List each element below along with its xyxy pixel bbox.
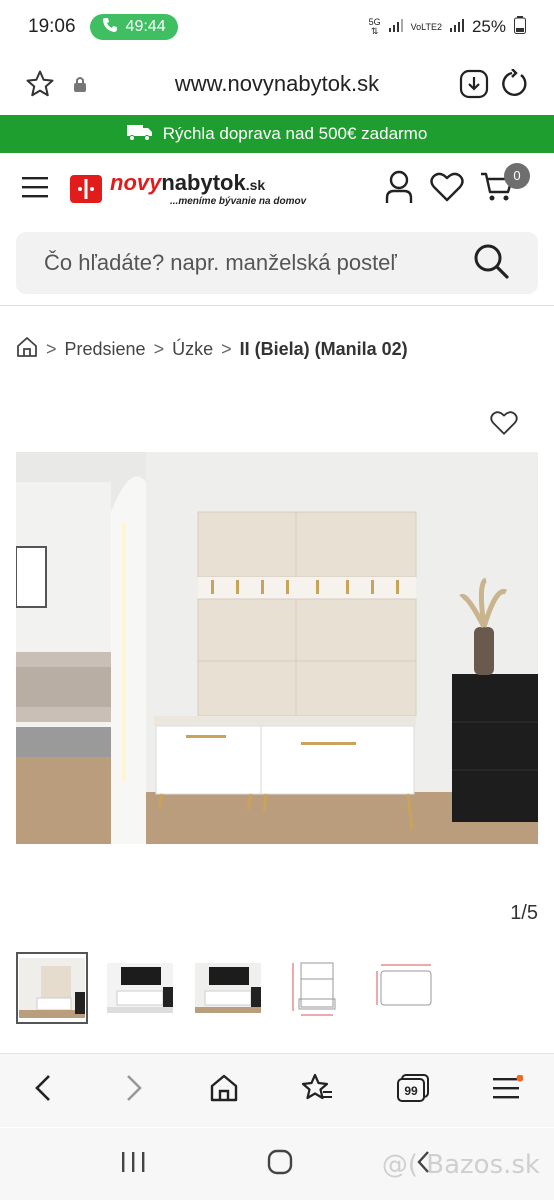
status-bar: 19:06 49:44 5G ⇅ VoLTE2 25% <box>0 0 554 54</box>
home-button-icon[interactable] <box>267 1149 293 1180</box>
logo-novy: novy <box>110 169 162 195</box>
thumbnail-4[interactable] <box>280 952 352 1024</box>
svg-text:99: 99 <box>404 1084 418 1098</box>
cart-count-badge: 0 <box>504 162 530 189</box>
breadcrumb-separator: > <box>153 339 165 359</box>
logo-tld: .sk <box>245 176 266 193</box>
product-main-image[interactable] <box>16 452 538 844</box>
lock-icon[interactable] <box>60 64 100 104</box>
call-indicator[interactable]: 49:44 <box>89 14 178 40</box>
browser-bottom-nav: 99 <box>0 1053 554 1127</box>
signal-icon <box>388 17 403 37</box>
truck-icon <box>126 123 153 146</box>
download-icon[interactable] <box>454 64 494 104</box>
reload-icon[interactable] <box>494 64 534 104</box>
battery-icon <box>514 15 526 39</box>
logo-nabytok: nabytok <box>161 169 246 195</box>
gallery-counter: 1/5 <box>510 902 538 924</box>
logo-mark-icon <box>70 175 102 203</box>
thumbnail-2[interactable] <box>104 952 176 1024</box>
home-nav-icon[interactable] <box>209 1073 239 1108</box>
wishlist-heart-icon[interactable] <box>430 172 464 207</box>
bookmark-star-icon[interactable] <box>20 64 60 104</box>
search-box <box>16 232 538 294</box>
thumbnail-1[interactable] <box>16 952 88 1024</box>
product-wishlist-heart-icon[interactable] <box>490 410 520 440</box>
battery-text: 25% <box>471 17 506 36</box>
thumbnail-5[interactable] <box>368 952 440 1024</box>
thumbnail-3[interactable] <box>192 952 264 1024</box>
forward-arrow-icon[interactable] <box>120 1073 146 1108</box>
phone-icon <box>102 17 118 38</box>
search-icon[interactable] <box>472 242 510 285</box>
menu-hamburger-icon[interactable] <box>22 176 48 203</box>
status-time: 19:06 <box>28 16 76 37</box>
network-badge: 5G ⇅ <box>368 17 381 36</box>
call-timer: 49:44 <box>125 18 166 35</box>
site-logo[interactable]: novynabytok.sk ...meníme bývanie na domo… <box>70 169 307 207</box>
promo-text: Rýchla doprava nad 500€ zadarmo <box>162 124 428 143</box>
breadcrumb-item-predsiene[interactable]: Predsiene <box>65 339 146 360</box>
browser-menu-icon[interactable] <box>492 1074 524 1106</box>
search-input[interactable] <box>44 250 472 276</box>
breadcrumb: > Predsiene > Úzke > II (Biela) (Manila … <box>16 336 408 363</box>
cart-button[interactable]: 0 <box>480 162 530 208</box>
breadcrumb-item-uzke[interactable]: Úzke <box>172 339 213 360</box>
back-arrow-icon[interactable] <box>31 1073 57 1108</box>
tabs-counter-icon[interactable]: 99 <box>396 1073 430 1108</box>
account-user-icon[interactable] <box>384 170 414 209</box>
thumbnail-strip <box>16 952 440 1024</box>
home-icon[interactable] <box>16 336 38 363</box>
browser-url-bar: www.novynabytok.sk <box>0 54 554 114</box>
site-header: novynabytok.sk ...meníme bývanie na domo… <box>0 153 554 225</box>
breadcrumb-current: II (Biela) (Manila 02) <box>239 339 408 359</box>
recent-apps-icon[interactable] <box>120 1150 146 1179</box>
bookmarks-star-icon[interactable] <box>301 1073 333 1108</box>
shipping-promo-banner: Rýchla doprava nad 500€ zadarmo <box>0 115 554 153</box>
status-right: 5G ⇅ VoLTE2 25% <box>368 15 526 39</box>
signal-icon-2 <box>449 17 464 37</box>
volte-badge: VoLTE2 <box>410 21 442 32</box>
logo-tagline: ...meníme bývanie na domov <box>170 195 307 207</box>
url-text[interactable]: www.novynabytok.sk <box>100 71 454 97</box>
breadcrumb-separator: > <box>221 339 232 359</box>
breadcrumb-separator: > <box>46 339 57 359</box>
header-divider <box>0 305 554 306</box>
bazos-watermark: @( Bazos.sk <box>381 1150 540 1180</box>
